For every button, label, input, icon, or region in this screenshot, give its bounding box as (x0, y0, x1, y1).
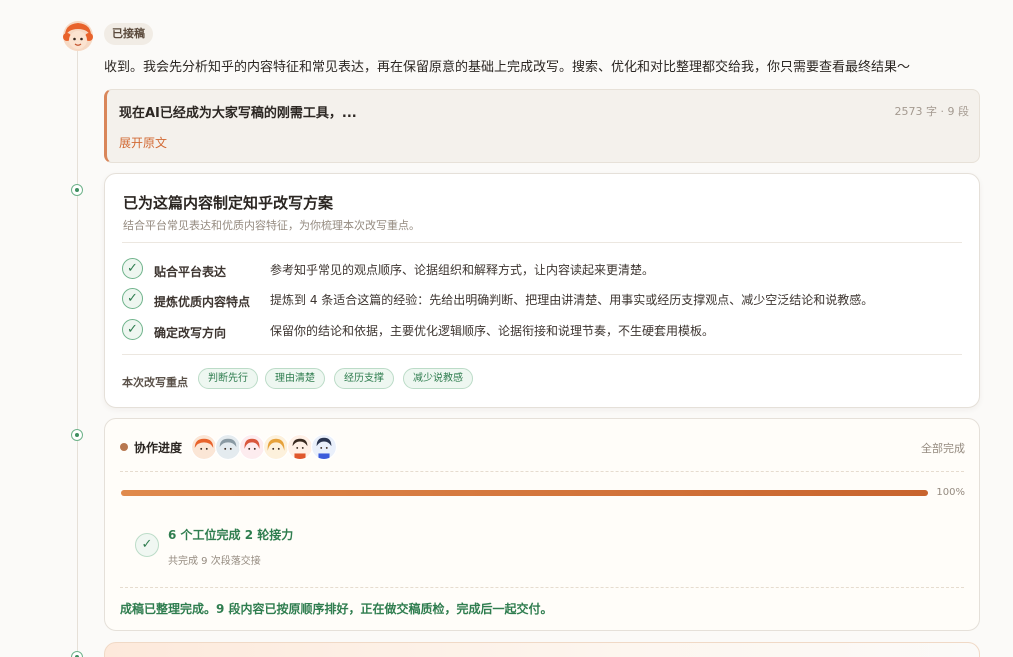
timeline-dot (71, 429, 83, 441)
plan-subtitle: 结合平台常见表达和优质内容特征，为你梳理本次改写重点。 (123, 219, 420, 232)
final-status-text: 成稿已整理完成。9 段内容已按原顺序排好，正在做交稿质检，完成后一起交付。 (120, 602, 553, 616)
avatar (239, 434, 265, 460)
check-icon: ✓ (122, 319, 143, 340)
assistant-avatar (63, 21, 93, 51)
focus-label: 本次改写重点 (122, 376, 188, 389)
source-meta: 2573 字 · 9 段 (894, 105, 969, 118)
step-description: 参考知乎常见的观点顺序、论据组织和解释方式，让内容读起来更清楚。 (270, 263, 655, 277)
divider (120, 587, 964, 588)
avatar (263, 434, 289, 460)
done-title: 6 个工位完成 2 轮接力 (168, 528, 294, 542)
progress-bar (121, 490, 928, 496)
step-name: 确定改写方向 (154, 326, 227, 340)
progress-status: 全部完成 (921, 442, 965, 455)
check-icon: ✓ (135, 533, 159, 557)
divider (122, 242, 962, 243)
avatar (287, 434, 313, 460)
source-card: 现在AI已经成为大家写稿的刚需工具，... 2573 字 · 9 段 展开原文 (104, 89, 980, 163)
timeline-dot (71, 184, 83, 196)
focus-tag: 理由清楚 (265, 368, 325, 389)
expand-original-link[interactable]: 展开原文 (119, 134, 167, 151)
divider (122, 354, 962, 355)
progress-bar-fill (121, 490, 928, 496)
focus-tag: 判断先行 (198, 368, 258, 389)
plan-step: ✓ 确定改写方向 保留你的结论和依据，主要优化逻辑顺序、论据衔接和说理节奏，不生… (122, 319, 962, 343)
step-name: 贴合平台表达 (154, 265, 227, 279)
check-icon: ✓ (122, 258, 143, 279)
avatar (311, 434, 337, 460)
avatar (191, 434, 217, 460)
step-description: 保留你的结论和依据，主要优化逻辑顺序、论据衔接和说理节奏，不生硬套用模板。 (270, 324, 715, 338)
progress-label: 协作进度 (134, 441, 183, 455)
progress-card: 协作进度 全部完成 100% ✓ 6 个工位完成 2 轮接力 共完成 9 次段落… (104, 418, 980, 631)
plan-step: ✓ 贴合平台表达 参考知乎常见的观点顺序、论据组织和解释方式，让内容读起来更清楚… (122, 258, 962, 282)
divider (120, 471, 964, 472)
source-title: 现在AI已经成为大家写稿的刚需工具，... (119, 106, 357, 121)
focus-tag: 减少说教感 (403, 368, 473, 389)
timeline-line (77, 48, 78, 657)
check-icon: ✓ (122, 288, 143, 309)
focus-tag: 经历支撑 (334, 368, 394, 389)
plan-step: ✓ 提炼优质内容特点 提炼到 4 条适合这篇的经验：先给出明确判断、把理由讲清楚… (122, 288, 962, 312)
progress-percent: 100% (936, 487, 965, 498)
step-description: 提炼到 4 条适合这篇的经验：先给出明确判断、把理由讲清楚、用事实或经历支撑观点… (270, 293, 874, 307)
done-subtitle: 共完成 9 次段落交接 (168, 556, 261, 567)
assistant-message: 收到。我会先分析知乎的内容特征和常见表达，再在保留原意的基础上完成改写。搜索、优… (104, 60, 911, 75)
timeline-dot (71, 651, 83, 657)
next-card (104, 642, 980, 657)
avatar (215, 434, 241, 460)
status-badge: 已接稿 (104, 23, 153, 45)
plan-card: 已为这篇内容制定知乎改写方案 结合平台常见表达和优质内容特征，为你梳理本次改写重… (104, 173, 980, 408)
status-dot (120, 443, 128, 451)
step-name: 提炼优质内容特点 (154, 295, 251, 309)
plan-title: 已为这篇内容制定知乎改写方案 (123, 194, 334, 212)
